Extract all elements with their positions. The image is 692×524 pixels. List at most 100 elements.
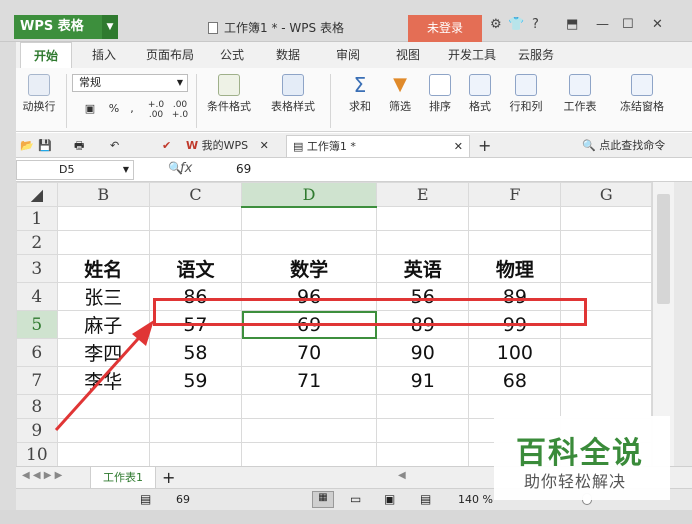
cell[interactable] bbox=[241, 442, 378, 466]
cell[interactable]: 麻子 bbox=[56, 310, 150, 339]
cell[interactable] bbox=[560, 366, 652, 395]
format-painter-icon[interactable]: ✔ bbox=[162, 135, 171, 157]
tab-workbook[interactable]: ▤ 工作簿1 * ✕ bbox=[286, 135, 470, 157]
row-header[interactable]: 1 bbox=[16, 206, 58, 231]
tab-review[interactable]: 审阅 bbox=[328, 42, 368, 68]
cell-header-math[interactable]: 数学 bbox=[241, 254, 378, 283]
cell[interactable] bbox=[56, 442, 150, 466]
cell[interactable]: 100 bbox=[468, 338, 562, 367]
tab-home[interactable]: 开始 bbox=[20, 42, 72, 68]
cell[interactable]: 91 bbox=[376, 366, 470, 395]
cell[interactable]: 58 bbox=[148, 338, 243, 367]
cell[interactable]: 李华 bbox=[56, 366, 150, 395]
sort-button[interactable]: 排序 bbox=[422, 74, 458, 114]
reading-mode-icon[interactable]: ▤ bbox=[420, 492, 431, 506]
percent-button[interactable]: % bbox=[104, 102, 124, 115]
app-menu-button[interactable]: WPS 表格 ▼ bbox=[14, 15, 118, 39]
filter-button[interactable]: ▼ 筛选 bbox=[382, 74, 418, 114]
cell[interactable] bbox=[148, 206, 243, 231]
cell-header-english[interactable]: 英语 bbox=[376, 254, 470, 283]
tab-my-wps[interactable]: W 我的WPS ✕ bbox=[186, 135, 278, 157]
cell[interactable] bbox=[56, 206, 150, 231]
table-style-button[interactable]: 表格样式 bbox=[262, 74, 324, 114]
cell[interactable]: 90 bbox=[376, 338, 470, 367]
tab-data[interactable]: 数据 bbox=[268, 42, 308, 68]
cell[interactable] bbox=[148, 418, 243, 443]
row-header[interactable]: 4 bbox=[16, 282, 58, 311]
cell[interactable] bbox=[376, 206, 470, 231]
increase-decimal-button[interactable]: +.0 .00 bbox=[144, 100, 168, 120]
cell[interactable] bbox=[376, 394, 470, 419]
tab-formula[interactable]: 公式 bbox=[212, 42, 252, 68]
cell[interactable] bbox=[241, 230, 378, 255]
wrap-text-button[interactable]: 动换行 bbox=[16, 74, 62, 114]
currency-button[interactable]: ▣ bbox=[76, 102, 104, 115]
close-icon[interactable]: ✕ bbox=[260, 139, 269, 152]
cell[interactable] bbox=[560, 206, 652, 231]
minimize-icon[interactable]: — bbox=[596, 17, 609, 32]
cell[interactable] bbox=[376, 418, 470, 443]
command-search[interactable]: 🔍 点此查找命令 bbox=[582, 135, 690, 157]
normal-view-icon[interactable]: ▦ bbox=[312, 491, 334, 508]
comma-button[interactable]: , bbox=[124, 102, 140, 115]
help-icon[interactable]: ? bbox=[532, 17, 539, 32]
cell[interactable]: 张三 bbox=[56, 282, 150, 311]
restore-icon[interactable]: ⬒ bbox=[566, 17, 578, 32]
column-header[interactable]: D bbox=[241, 182, 378, 208]
column-header[interactable]: F bbox=[468, 182, 562, 207]
cell[interactable] bbox=[560, 254, 652, 283]
select-all-corner[interactable]: ◢ bbox=[16, 182, 58, 207]
cell[interactable] bbox=[560, 230, 652, 255]
worksheet-button[interactable]: 工作表 bbox=[554, 74, 606, 114]
sum-button[interactable]: Σ 求和 bbox=[342, 74, 378, 114]
maximize-icon[interactable]: ☐ bbox=[622, 17, 634, 32]
row-col-button[interactable]: 行和列 bbox=[502, 74, 550, 114]
cell[interactable] bbox=[468, 206, 562, 231]
scrollbar-thumb[interactable] bbox=[657, 194, 670, 304]
undo-icon[interactable]: ↶ bbox=[110, 135, 119, 157]
skin-icon[interactable]: ⚙ bbox=[490, 17, 502, 32]
tab-page-layout[interactable]: 页面布局 bbox=[138, 42, 202, 68]
cell-header-physics[interactable]: 物理 bbox=[468, 254, 562, 283]
login-button[interactable]: 未登录 bbox=[408, 15, 482, 42]
cell[interactable]: 71 bbox=[241, 366, 378, 395]
row-header[interactable]: 3 bbox=[16, 254, 58, 283]
tab-view[interactable]: 视图 bbox=[388, 42, 428, 68]
hscroll-left-icon[interactable]: ◀ bbox=[398, 470, 406, 481]
cell[interactable] bbox=[376, 230, 470, 255]
tab-developer[interactable]: 开发工具 bbox=[440, 42, 504, 68]
shirt-icon[interactable]: 👕 bbox=[508, 17, 524, 32]
cell-header-name[interactable]: 姓名 bbox=[56, 254, 150, 283]
cell[interactable] bbox=[241, 394, 378, 419]
cell[interactable]: 68 bbox=[468, 366, 562, 395]
row-header[interactable]: 2 bbox=[16, 230, 58, 255]
save-icon[interactable]: 💾 bbox=[38, 135, 52, 157]
cell[interactable] bbox=[148, 442, 243, 466]
cell[interactable] bbox=[468, 394, 562, 419]
cell[interactable] bbox=[376, 442, 470, 466]
new-tab-button[interactable]: + bbox=[478, 135, 491, 157]
function-button[interactable]: fx bbox=[180, 161, 192, 176]
column-header[interactable]: G bbox=[560, 182, 652, 207]
close-icon[interactable]: ✕ bbox=[652, 17, 663, 32]
cell[interactable] bbox=[241, 206, 378, 231]
number-format-select[interactable]: 常规 ▼ bbox=[72, 74, 188, 92]
column-header[interactable]: E bbox=[376, 182, 470, 207]
cell[interactable] bbox=[56, 418, 150, 443]
cell[interactable] bbox=[148, 394, 243, 419]
row-header[interactable]: 7 bbox=[16, 366, 58, 395]
cell[interactable]: 70 bbox=[241, 338, 378, 367]
row-header[interactable]: 10 bbox=[16, 442, 58, 466]
cell[interactable] bbox=[56, 394, 150, 419]
cell[interactable] bbox=[560, 338, 652, 367]
page-layout-icon[interactable]: ▭ bbox=[350, 492, 361, 506]
column-header[interactable]: B bbox=[56, 182, 150, 207]
formula-input[interactable]: 69 bbox=[236, 162, 251, 176]
zoom-level[interactable]: 140 % bbox=[458, 493, 493, 506]
row-header[interactable]: 5 bbox=[16, 310, 58, 339]
cell[interactable] bbox=[468, 230, 562, 255]
conditional-format-button[interactable]: 条件格式 bbox=[200, 74, 258, 114]
cell-header-chinese[interactable]: 语文 bbox=[148, 254, 243, 283]
freeze-panes-button[interactable]: 冻结窗格 bbox=[614, 74, 670, 114]
cell[interactable] bbox=[560, 394, 652, 419]
